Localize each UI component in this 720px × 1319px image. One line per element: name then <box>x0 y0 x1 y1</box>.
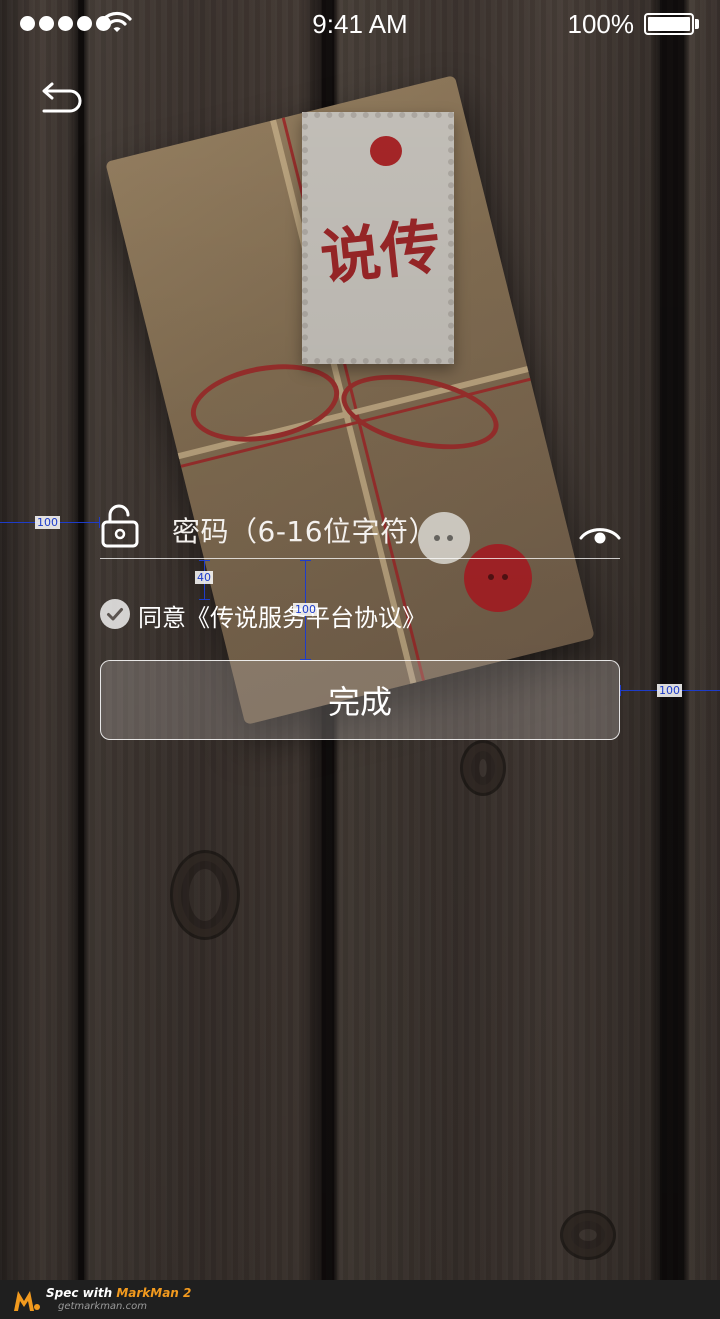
agreement-checkbox[interactable] <box>100 599 130 629</box>
password-input[interactable] <box>172 509 562 553</box>
eye-icon[interactable] <box>578 518 622 548</box>
status-bar: 9:41 AM 100% <box>0 0 720 48</box>
battery-icon <box>644 13 694 35</box>
battery-percent: 100% <box>567 9 635 39</box>
back-arrow-icon[interactable] <box>40 80 84 118</box>
markman-logo <box>14 1291 40 1311</box>
markman-title: Spec with MarkMan 2 <box>46 1286 191 1300</box>
spec-right-margin: 100 <box>657 684 682 697</box>
markman-url: getmarkman.com <box>58 1301 147 1312</box>
agreement-text: 同意《传说服务平台协议》 <box>138 598 426 633</box>
password-underline <box>100 558 620 559</box>
submit-button[interactable]: 完成 <box>100 660 620 740</box>
check-icon <box>107 608 123 621</box>
agreement-prefix: 同意 <box>138 604 186 632</box>
background-photo: 说传 <box>0 0 720 1280</box>
spec-input-to-button: 100 <box>293 603 318 616</box>
markman-brand: MarkMan 2 <box>116 1286 192 1300</box>
markman-footer: Spec with MarkMan 2 getmarkman.com <box>0 1280 720 1319</box>
markman-title-prefix: Spec with <box>46 1286 117 1300</box>
spec-input-to-checkbox: 40 <box>195 571 213 584</box>
lock-open-icon <box>101 504 139 548</box>
spec-left-margin: 100 <box>35 516 60 529</box>
